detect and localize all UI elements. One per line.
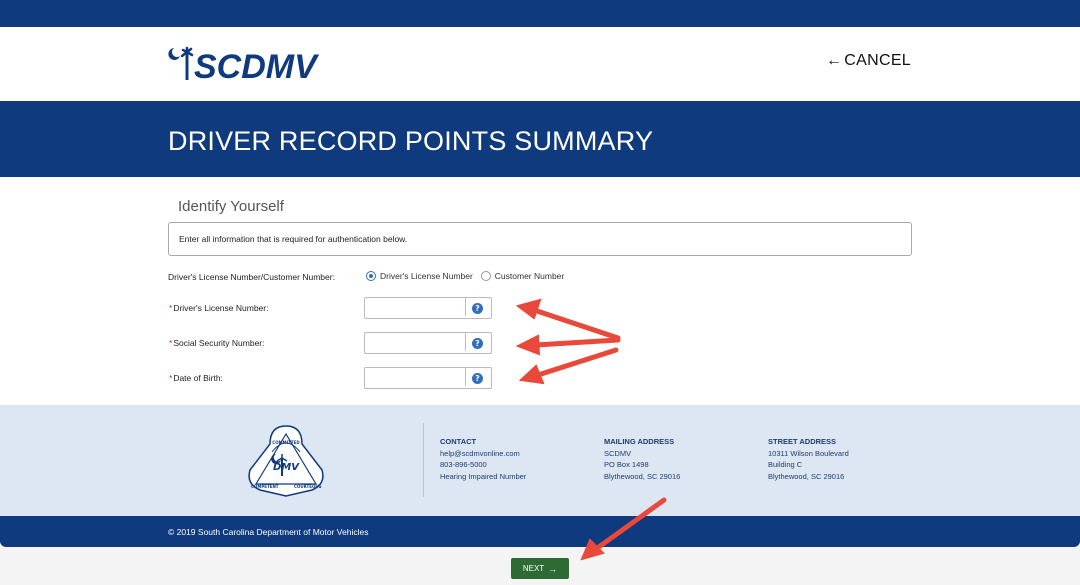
question-circle-icon: ? [472, 337, 483, 349]
arrow-right-icon: → [548, 563, 558, 574]
drivers-license-label-text: Driver's License Number: [173, 303, 269, 313]
drivers-license-help-button[interactable]: ? [464, 298, 491, 318]
required-mark: * [169, 303, 173, 313]
street-heading: STREET ADDRESS [768, 437, 837, 446]
radio-drivers-license[interactable] [366, 271, 376, 281]
logo-wordmark: SCDMV [194, 48, 317, 86]
annotation-arrow [535, 347, 619, 378]
footer-divider [423, 423, 424, 497]
cancel-label: CANCEL [844, 52, 911, 69]
ssn-input[interactable] [365, 333, 466, 351]
mailing-heading: MAILING ADDRESS [604, 437, 675, 446]
ssn-label: *Social Security Number: [169, 338, 264, 348]
scdmv-logo[interactable]: SCDMV [168, 44, 317, 86]
copyright-text: © 2019 South Carolina Department of Moto… [168, 527, 369, 537]
next-label: NEXT [522, 564, 545, 573]
copyright-bar: © 2019 South Carolina Department of Moto… [0, 516, 1080, 547]
required-mark: * [169, 338, 173, 348]
ssn-field: ? [364, 332, 492, 354]
drivers-license-input[interactable] [365, 298, 466, 316]
street-line: 10311 Wilson Boulevard [768, 448, 849, 458]
site-header [0, 27, 1080, 101]
footer-contact: CONTACT help@scdmvonline.com 803-896-500… [440, 436, 526, 482]
contact-heading: CONTACT [440, 437, 477, 446]
question-circle-icon: ? [472, 302, 483, 314]
drivers-license-label: *Driver's License Number: [169, 303, 268, 313]
question-circle-icon: ? [472, 372, 483, 384]
drivers-license-field: ? [364, 297, 492, 319]
site-footer [0, 405, 1080, 516]
mailing-line: PO Box 1498 [604, 460, 649, 469]
annotation-arrow [531, 307, 621, 341]
dob-help-button[interactable]: ? [464, 368, 491, 388]
instructions-box: Enter all information that is required f… [168, 222, 912, 256]
radio-drivers-license-label[interactable]: Driver's License Number [380, 271, 473, 281]
footer-street-address: STREET ADDRESS 10311 Wilson Boulevard Bu… [768, 436, 849, 482]
next-button[interactable]: NEXT → [511, 558, 569, 579]
seal-word-courteous: COURTEOUS [294, 484, 322, 489]
seal-word-committed: COMMITTED [272, 440, 300, 445]
footer-mailing-address: MAILING ADDRESS SCDMV PO Box 1498 Blythe… [604, 436, 680, 482]
ssn-label-text: Social Security Number: [173, 338, 265, 348]
annotation-arrowhead [518, 364, 545, 385]
ssn-help-button[interactable]: ? [464, 333, 491, 353]
title-banner: DRIVER RECORD POINTS SUMMARY [0, 101, 1080, 177]
annotation-arrowhead [515, 334, 541, 356]
id-type-radio-group: Driver's License Number Customer Number [366, 271, 572, 281]
mailing-line: SCDMV [604, 448, 632, 458]
seal-word-competent: COMPETENT [251, 484, 279, 489]
street-line: Building C [768, 460, 803, 469]
dob-field: ? [364, 367, 492, 389]
dob-label-text: Date of Birth: [173, 373, 223, 383]
top-bar [0, 0, 1080, 27]
id-type-label: Driver's License Number/Customer Number: [168, 272, 335, 282]
annotation-arrowhead [515, 298, 542, 320]
cancel-link[interactable]: ← CANCEL [826, 52, 911, 70]
dob-label: *Date of Birth: [169, 373, 223, 383]
seal-word-dmv: DMV [273, 462, 300, 473]
arrow-left-icon: ← [825, 52, 843, 69]
contact-hearing-impaired[interactable]: Hearing Impaired Number [440, 471, 526, 483]
contact-phone[interactable]: 803-896-5000 [440, 459, 526, 471]
section-title: Identify Yourself [178, 198, 284, 215]
radio-customer-number-label[interactable]: Customer Number [495, 271, 564, 281]
dob-input[interactable] [365, 368, 466, 386]
contact-email-link[interactable]: help@scdmvonline.com [440, 448, 526, 460]
page-title: DRIVER RECORD POINTS SUMMARY [168, 126, 654, 156]
street-line: Blythewood, SC 29016 [768, 471, 845, 481]
mailing-line: Blythewood, SC 29016 [604, 471, 681, 481]
instructions-text: Enter all information that is required f… [179, 234, 408, 244]
annotation-arrow [533, 337, 621, 348]
radio-customer-number[interactable] [480, 271, 491, 281]
dmv-seal-logo: COMMITTED DMV COMPETENT COURTEOUS [248, 425, 324, 497]
required-mark: * [169, 373, 173, 383]
